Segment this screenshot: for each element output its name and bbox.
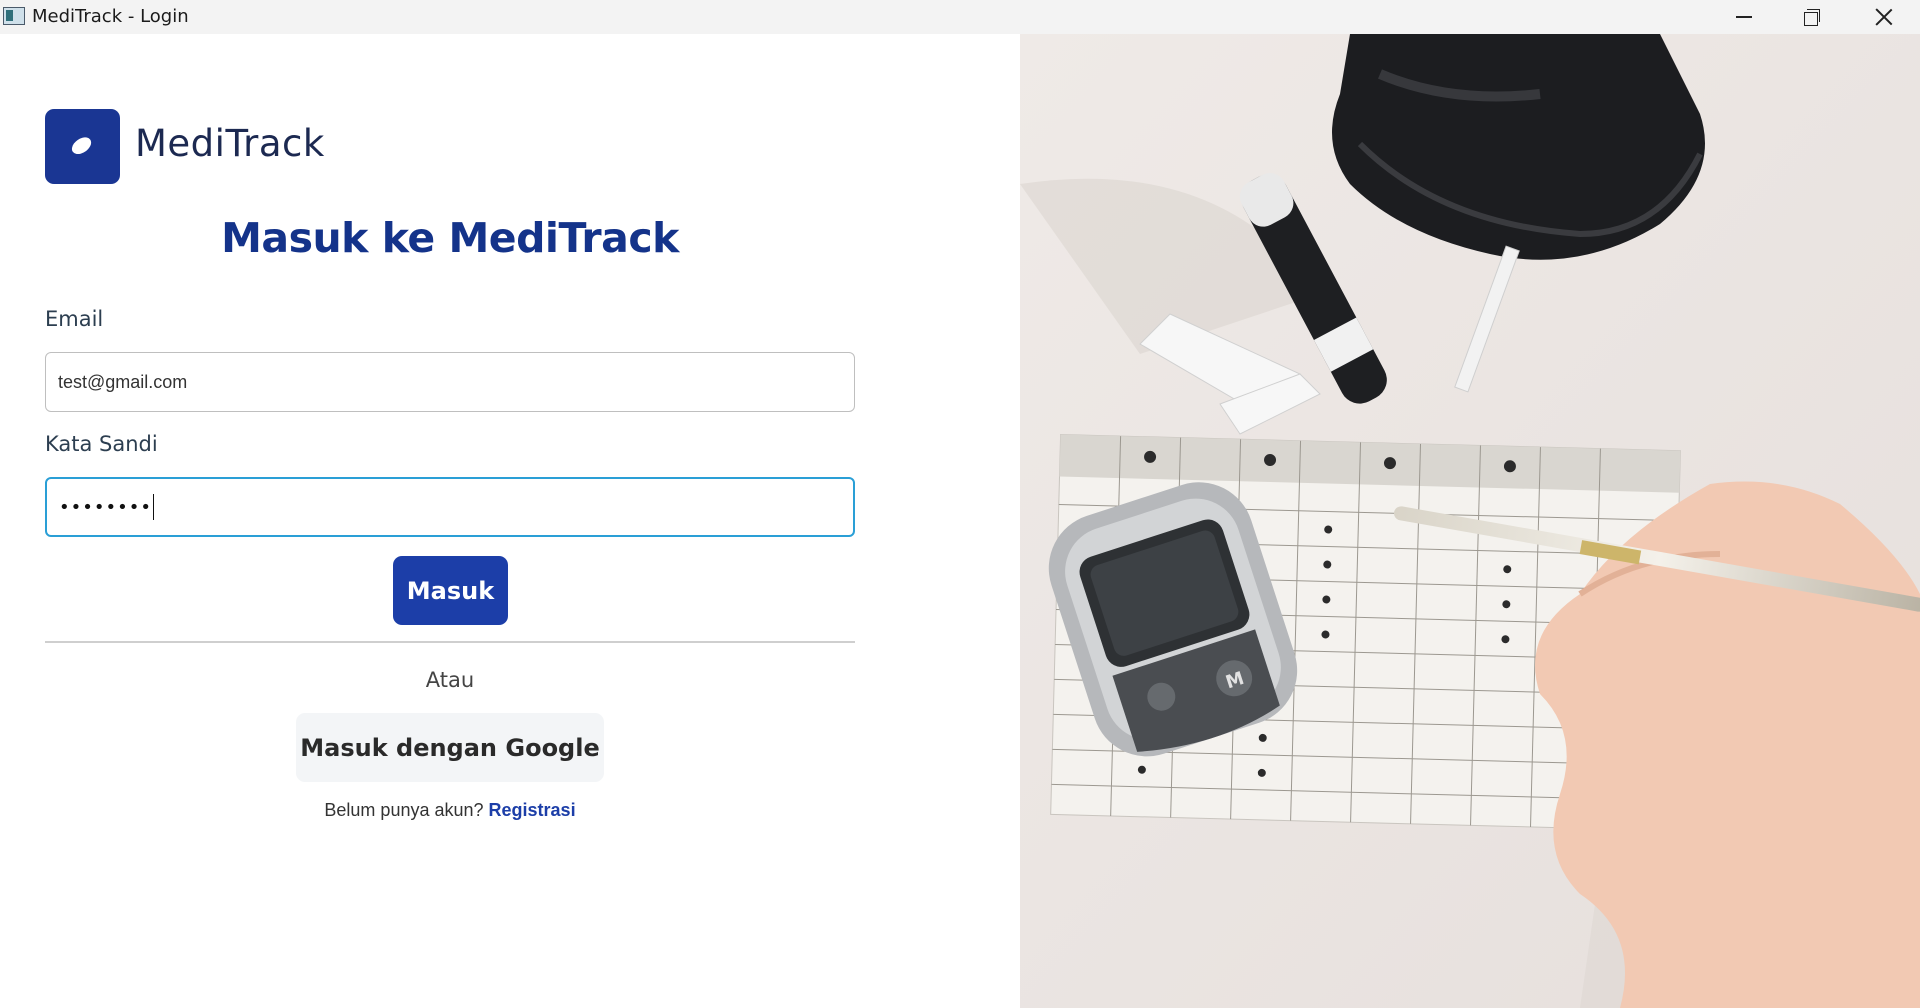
restore-button[interactable] — [1778, 0, 1846, 34]
window-title: MediTrack - Login — [32, 6, 189, 27]
app-window-icon — [3, 7, 25, 25]
login-panel: ⬬ MediTrack Masuk ke MediTrack Email tes… — [0, 34, 1020, 1008]
page-title: Masuk ke MediTrack — [221, 214, 679, 262]
password-label: Kata Sandi — [45, 432, 158, 456]
register-prompt: Belum punya akun? — [324, 800, 484, 820]
register-prompt-line: Belum punya akun? Registrasi — [45, 800, 855, 821]
close-icon — [1875, 8, 1893, 26]
password-field[interactable]: •••••••• — [45, 477, 855, 537]
brand-name: MediTrack — [135, 122, 325, 165]
hero-photo: M — [1020, 34, 1920, 1008]
divider — [45, 641, 855, 643]
close-button[interactable] — [1850, 0, 1918, 34]
bandage-icon: ⬬ — [64, 127, 100, 165]
minimize-icon — [1736, 16, 1752, 18]
password-value: •••••••• — [59, 496, 152, 518]
or-separator: Atau — [425, 668, 475, 692]
login-button[interactable]: Masuk — [393, 556, 508, 625]
title-bar: MediTrack - Login — [0, 0, 1920, 34]
text-caret — [152, 494, 155, 520]
minimize-button[interactable] — [1710, 0, 1778, 34]
glucose-monitoring-illustration: M — [1020, 34, 1920, 1008]
email-label: Email — [45, 307, 104, 331]
logo: ⬬ — [45, 109, 120, 184]
google-login-button[interactable]: Masuk dengan Google — [296, 713, 604, 782]
email-value: test@gmail.com — [58, 371, 188, 392]
restore-icon — [1804, 9, 1820, 26]
register-link[interactable]: Registrasi — [489, 800, 576, 820]
email-field[interactable]: test@gmail.com — [45, 352, 855, 412]
